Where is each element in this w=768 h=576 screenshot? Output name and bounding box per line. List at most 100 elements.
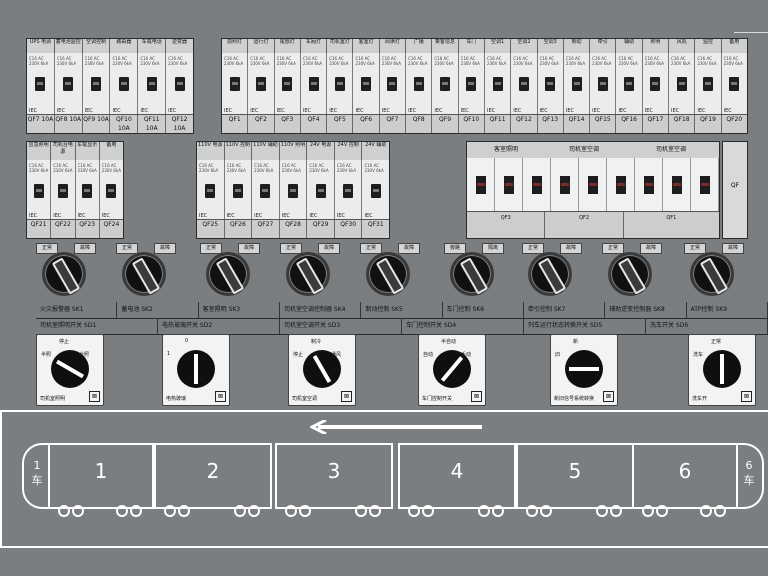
breaker-handle[interactable] — [370, 184, 381, 198]
breaker-handle[interactable] — [315, 184, 326, 198]
breaker-handle[interactable] — [118, 77, 129, 91]
circuit-breaker-toggle[interactable]: C16 AC 230V 6kA IEC — [99, 160, 123, 220]
circuit-breaker-toggle[interactable]: C16 AC 230V 6kA IEC — [458, 53, 485, 115]
rcd-handle[interactable] — [643, 176, 654, 194]
circuit-breaker-toggle[interactable]: C16 AC 230V 6kA IEC — [248, 53, 275, 115]
rcd-pole-toggle[interactable] — [551, 158, 579, 212]
circuit-breaker-toggle[interactable]: C16 AC 230V 6kA IEC — [54, 53, 83, 115]
rcd-handle[interactable] — [475, 176, 486, 194]
rotary-switch-plate[interactable]: 制冷 停止 通风 司机室空调 ⊠ — [288, 334, 356, 406]
rcd-handle[interactable] — [699, 176, 710, 194]
circuit-breaker-toggle[interactable]: C16 AC 230V 6kA IEC — [327, 53, 354, 115]
circuit-breaker-toggle[interactable]: C16 AC 230V 6kA IEC — [695, 53, 722, 115]
breaker-handle[interactable] — [440, 77, 451, 91]
circuit-breaker-toggle[interactable]: C16 AC 230V 6kA IEC — [362, 160, 390, 220]
circuit-breaker-toggle[interactable]: C16 AC 230V 6kA IEC — [110, 53, 139, 115]
circuit-breaker-toggle[interactable]: C16 AC 230V 6kA IEC — [138, 53, 167, 115]
circuit-breaker-toggle[interactable]: C16 AC 230V 6kA IEC — [307, 160, 335, 220]
breaker-handle[interactable] — [597, 77, 608, 91]
rcd-handle[interactable] — [671, 176, 682, 194]
breaker-handle[interactable] — [361, 77, 372, 91]
rotary-selector-knob[interactable] — [608, 252, 652, 296]
breaker-handle[interactable] — [282, 77, 293, 91]
switch-dial[interactable] — [177, 350, 215, 388]
breaker-handle[interactable] — [518, 77, 529, 91]
circuit-breaker-toggle[interactable]: C16 AC 230V 6kA IEC — [669, 53, 696, 115]
breaker-handle[interactable] — [308, 77, 319, 91]
circuit-breaker-toggle[interactable]: C16 AC 230V 6kA IEC — [406, 53, 433, 115]
breaker-handle[interactable] — [492, 77, 503, 91]
circuit-breaker-toggle[interactable]: C16 AC 230V 6kA IEC — [379, 53, 407, 115]
breaker-handle[interactable] — [650, 77, 661, 91]
circuit-breaker-toggle[interactable]: C16 AC 230V 6kA IEC — [616, 53, 643, 115]
breaker-handle[interactable] — [387, 77, 398, 91]
breaker-handle[interactable] — [106, 184, 117, 198]
circuit-breaker-toggle[interactable]: C16 AC 230V 6kA IEC — [82, 53, 111, 115]
circuit-breaker-toggle[interactable]: C16 AC 230V 6kA IEC — [222, 53, 249, 115]
rotary-selector-knob[interactable] — [122, 252, 166, 296]
breaker-handle[interactable] — [229, 77, 240, 91]
rcd-pole-toggle[interactable] — [663, 158, 691, 212]
circuit-breaker-toggle[interactable]: C16 AC 230V 6kA IEC — [27, 53, 55, 115]
rotary-switch-plate[interactable]: 新旧新旧信号系统转换 ⊠ — [550, 334, 618, 406]
circuit-breaker-toggle[interactable]: C16 AC 230V 6kA IEC — [51, 160, 76, 220]
breaker-handle[interactable] — [255, 77, 266, 91]
circuit-breaker-toggle[interactable]: C16 AC 230V 6kA IEC — [300, 53, 328, 115]
circuit-breaker-toggle[interactable]: C16 AC 230V 6kA IEC — [511, 53, 538, 115]
rotary-switch-plate[interactable]: 半自动 自动 手动 车门控制开关 ⊠ — [418, 334, 486, 406]
circuit-breaker-toggle[interactable]: C16 AC 230V 6kA IEC — [353, 53, 380, 115]
circuit-breaker-toggle[interactable]: C16 AC 230V 6kA IEC — [224, 160, 253, 220]
breaker-handle[interactable] — [91, 77, 102, 91]
circuit-breaker-toggle[interactable]: C16 AC 230V 6kA IEC — [590, 53, 617, 115]
breaker-handle[interactable] — [334, 77, 345, 91]
circuit-breaker-toggle[interactable]: C16 AC 230V 6kA IEC — [75, 160, 100, 220]
circuit-breaker-toggle[interactable]: C16 AC 230V 6kA IEC — [563, 53, 591, 115]
breaker-handle[interactable] — [413, 77, 424, 91]
breaker-handle[interactable] — [343, 184, 354, 198]
rotary-selector-knob[interactable] — [42, 252, 86, 296]
circuit-breaker-toggle[interactable]: C16 AC 230V 6kA IEC — [537, 53, 564, 115]
rotary-switch-plate[interactable]: 0 1 电热玻璃 ⊠ — [162, 334, 230, 406]
breaker-small-right[interactable]: QF — [722, 141, 748, 239]
rcd-pole-toggle[interactable] — [523, 158, 551, 212]
rotary-selector-knob[interactable] — [690, 252, 734, 296]
breaker-handle[interactable] — [232, 184, 243, 198]
circuit-breaker-toggle[interactable]: C16 AC 230V 6kA IEC — [252, 160, 280, 220]
circuit-breaker-toggle[interactable]: C16 AC 230V 6kA IEC — [721, 53, 747, 115]
breaker-handle[interactable] — [545, 77, 556, 91]
circuit-breaker-toggle[interactable]: C16 AC 230V 6kA IEC — [484, 53, 512, 115]
breaker-handle[interactable] — [35, 77, 46, 91]
breaker-handle[interactable] — [205, 184, 216, 198]
rcd-pole-toggle[interactable] — [607, 158, 635, 212]
rotary-switch-plate[interactable]: 正常 洗车 洗车开 ⊠ — [688, 334, 756, 406]
rcd-pole-toggle[interactable] — [691, 158, 719, 212]
rotary-switch-plate[interactable]: 停止 半照 全照 司机室照明 ⊠ — [36, 334, 104, 406]
rcd-pole-toggle[interactable] — [635, 158, 663, 212]
switch-dial[interactable] — [565, 350, 603, 388]
rotary-selector-knob[interactable] — [286, 252, 330, 296]
circuit-breaker-toggle[interactable]: C16 AC 230V 6kA IEC — [197, 160, 225, 220]
rcd-pole-toggle[interactable] — [467, 158, 495, 212]
breaker-handle[interactable] — [288, 184, 299, 198]
breaker-handle[interactable] — [571, 77, 582, 91]
rcd-handle[interactable] — [531, 176, 542, 194]
rcd-pole-toggle[interactable] — [495, 158, 523, 212]
circuit-breaker-toggle[interactable]: C16 AC 230V 6kA IEC — [27, 160, 52, 220]
circuit-breaker-toggle[interactable]: C16 AC 230V 6kA IEC — [334, 160, 363, 220]
rotary-selector-knob[interactable] — [528, 252, 572, 296]
circuit-breaker-toggle[interactable]: C16 AC 230V 6kA IEC — [279, 160, 308, 220]
breaker-handle[interactable] — [624, 77, 635, 91]
rcd-pole-toggle[interactable] — [579, 158, 607, 212]
rcd-handle[interactable] — [503, 176, 514, 194]
breaker-handle[interactable] — [57, 184, 68, 198]
breaker-handle[interactable] — [260, 184, 271, 198]
breaker-handle[interactable] — [33, 184, 44, 198]
circuit-breaker-toggle[interactable]: C16 AC 230V 6kA IEC — [166, 53, 193, 115]
breaker-handle[interactable] — [82, 184, 93, 198]
circuit-breaker-toggle[interactable]: C16 AC 230V 6kA IEC — [432, 53, 459, 115]
rcd-handle[interactable] — [559, 176, 570, 194]
rotary-selector-knob[interactable] — [450, 252, 494, 296]
rcd-handle[interactable] — [587, 176, 598, 194]
circuit-breaker-toggle[interactable]: C16 AC 230V 6kA IEC — [274, 53, 301, 115]
breaker-handle[interactable] — [146, 77, 157, 91]
